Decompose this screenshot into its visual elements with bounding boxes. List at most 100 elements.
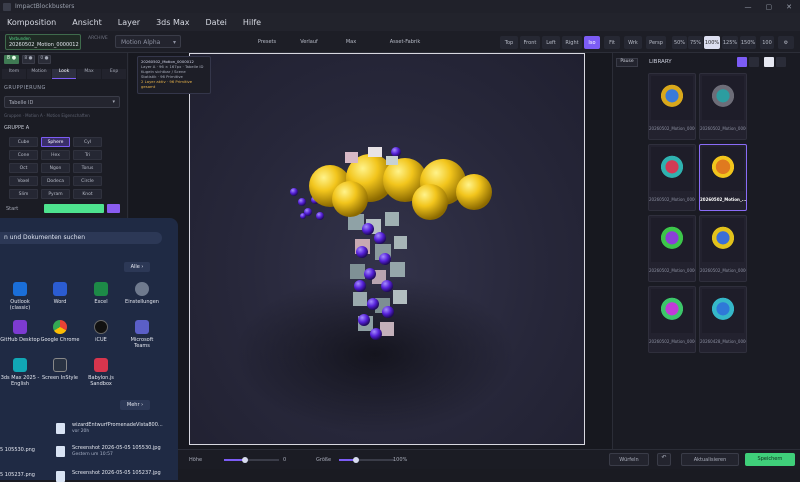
app-chrome[interactable]: Google Chrome <box>40 320 80 343</box>
library-panel: Pause LIBRARY 20260502_Motion_0000... 20… <box>612 53 800 449</box>
zoom-100-button[interactable]: 100% <box>704 36 720 49</box>
zoom-value[interactable]: 100 <box>760 36 774 49</box>
recent-item[interactable]: wizardEntwurfPromenadeVista800... vor 20h <box>56 422 163 434</box>
library-item[interactable]: 20260502_Motion_0000... <box>699 73 747 140</box>
library-item[interactable]: 20260502_Motion_0000... <box>648 73 696 140</box>
close-button[interactable]: ✕ <box>786 3 792 11</box>
shape-cube[interactable]: Cube <box>9 137 38 147</box>
app-teams[interactable]: Microsoft Teams <box>122 320 162 349</box>
shape-tri[interactable]: Tri <box>73 150 102 160</box>
shape-voxel[interactable]: Voxel <box>9 176 38 186</box>
shape-oct[interactable]: Oct <box>9 163 38 173</box>
tab-motion[interactable]: Motion <box>27 69 51 79</box>
view-persp-button[interactable]: Persp <box>646 36 666 49</box>
menu-3dsmax[interactable]: 3ds Max <box>149 18 198 27</box>
shape-slim[interactable]: Slim <box>9 189 38 199</box>
shape-ngon[interactable]: Ngon <box>41 163 70 173</box>
settings-icon[interactable]: ⚙ <box>778 36 794 49</box>
view-iso-button[interactable]: Iso <box>584 36 600 49</box>
library-item[interactable]: 20260502_Motion_0000... <box>648 286 696 353</box>
side-file-2[interactable]: 5 105237.png <box>0 472 35 478</box>
size-slider[interactable] <box>339 457 394 463</box>
height-slider-handle[interactable] <box>242 457 248 463</box>
tab-verlauf[interactable]: Verlauf <box>292 35 326 48</box>
shape-dodeca[interactable]: Dodeca <box>41 176 70 186</box>
shape-knot[interactable]: Knot <box>73 189 102 199</box>
menu-datei[interactable]: Datei <box>199 18 236 27</box>
view-left-button[interactable]: Left <box>542 36 560 49</box>
zoom-125-button[interactable]: 125% <box>722 36 738 49</box>
cube-button[interactable]: Würfeln <box>609 453 649 466</box>
library-item[interactable]: 20260502_Motion_0000... <box>648 144 696 211</box>
refresh-button[interactable]: Aktualisieren <box>681 453 739 466</box>
menu-komposition[interactable]: Komposition <box>0 18 65 27</box>
library-item[interactable]: 20260502_Motion_0000... <box>699 215 747 282</box>
recent-item[interactable]: Screenshot 2026-05-05 105237.jpg <box>56 470 161 482</box>
app-3dsmax[interactable]: 3ds Max 2025 - English <box>0 358 40 387</box>
tab-asset-fabrik[interactable]: Asset-Fabrik <box>382 35 428 48</box>
grid-view-button[interactable] <box>737 57 747 67</box>
group-select[interactable]: Tabelle ID ▾ <box>4 96 120 108</box>
app-icue[interactable]: iCUE <box>81 320 121 343</box>
view-wrk-button[interactable]: Wrk <box>624 36 642 49</box>
tab-exp[interactable]: Exp <box>102 69 126 79</box>
view-right-button[interactable]: Right <box>562 36 582 49</box>
app-github[interactable]: GitHub Desktop <box>0 320 40 343</box>
library-item[interactable]: 20260502_Motion_0000... <box>648 215 696 282</box>
shape-torus[interactable]: Torus <box>73 163 102 173</box>
tab-max-left[interactable]: Max <box>77 69 101 79</box>
size-large-button[interactable] <box>776 57 786 67</box>
side-file-1[interactable]: 5 105530.png <box>0 447 35 453</box>
height-slider[interactable] <box>224 457 279 463</box>
zoom-150-button[interactable]: 150% <box>740 36 756 49</box>
start-search-input[interactable]: n und Dokumenten suchen <box>0 232 162 244</box>
view-fit-button[interactable]: Fit <box>604 36 620 49</box>
shape-cone[interactable]: Cone <box>9 150 38 160</box>
render-stage[interactable] <box>189 53 585 445</box>
end-color-swatch[interactable] <box>107 204 120 213</box>
start-color-swatch[interactable] <box>44 204 104 213</box>
undo-icon[interactable]: ↶ <box>657 453 671 466</box>
recent-item[interactable]: Screenshot 2026-05-05 105530.jpg Gestern … <box>56 445 161 457</box>
shape-pyram[interactable]: Pyram <box>41 189 70 199</box>
size-small-button[interactable] <box>764 57 774 67</box>
app-word[interactable]: Word <box>40 282 80 305</box>
shape-circle[interactable]: Circle <box>73 176 102 186</box>
view-top-button[interactable]: Top <box>500 36 518 49</box>
pause-button[interactable]: Pause <box>616 58 638 67</box>
app-screen-instyle[interactable]: Screen InStyle <box>40 358 80 381</box>
tab-max-label: Max <box>345 38 357 45</box>
library-item[interactable]: 20260428_Motion_0000... <box>699 286 747 353</box>
minimize-button[interactable]: — <box>745 3 752 11</box>
library-item-selected[interactable]: 20260502_Motion_... <box>699 144 747 211</box>
tool-a-button[interactable]: 8 ● <box>4 55 19 64</box>
shape-hex[interactable]: Hex <box>41 150 70 160</box>
tab-max[interactable]: Max <box>336 35 366 48</box>
recent-name: wizardEntwurfPromenadeVista800... <box>72 422 163 428</box>
maximize-button[interactable]: ▢ <box>766 3 773 11</box>
menu-ansicht[interactable]: Ansicht <box>65 18 111 27</box>
preset-select[interactable]: Motion Alpha ▾ <box>115 35 181 48</box>
app-settings[interactable]: Einstellungen <box>122 282 162 305</box>
zoom-50-button[interactable]: 50% <box>672 36 687 49</box>
view-front-button[interactable]: Front <box>520 36 540 49</box>
size-slider-handle[interactable] <box>353 457 359 463</box>
zoom-75-button[interactable]: 75% <box>688 36 703 49</box>
save-button[interactable]: Speichern <box>745 453 795 466</box>
tab-item[interactable]: Item <box>2 69 26 79</box>
shape-sphere[interactable]: Sphere <box>41 137 70 147</box>
app-babylon[interactable]: Babylon.js Sandbox <box>81 358 121 387</box>
all-apps-button[interactable]: Alle › <box>124 262 150 272</box>
tool-b-button[interactable]: 8 ● <box>22 55 35 64</box>
status-label: Verbunden <box>9 36 31 41</box>
app-outlook[interactable]: Outlook (classic) <box>0 282 40 311</box>
more-button[interactable]: Mehr › <box>120 400 150 410</box>
menu-hilfe[interactable]: Hilfe <box>236 18 270 27</box>
menu-layer[interactable]: Layer <box>111 18 149 27</box>
shape-cyl[interactable]: Cyl <box>73 137 102 147</box>
tab-presets[interactable]: Presets <box>250 35 284 48</box>
list-view-button[interactable] <box>749 57 759 67</box>
tool-c-button[interactable]: 0 ● <box>38 55 51 64</box>
tab-look[interactable]: Look <box>52 69 76 79</box>
app-excel[interactable]: Excel <box>81 282 121 305</box>
